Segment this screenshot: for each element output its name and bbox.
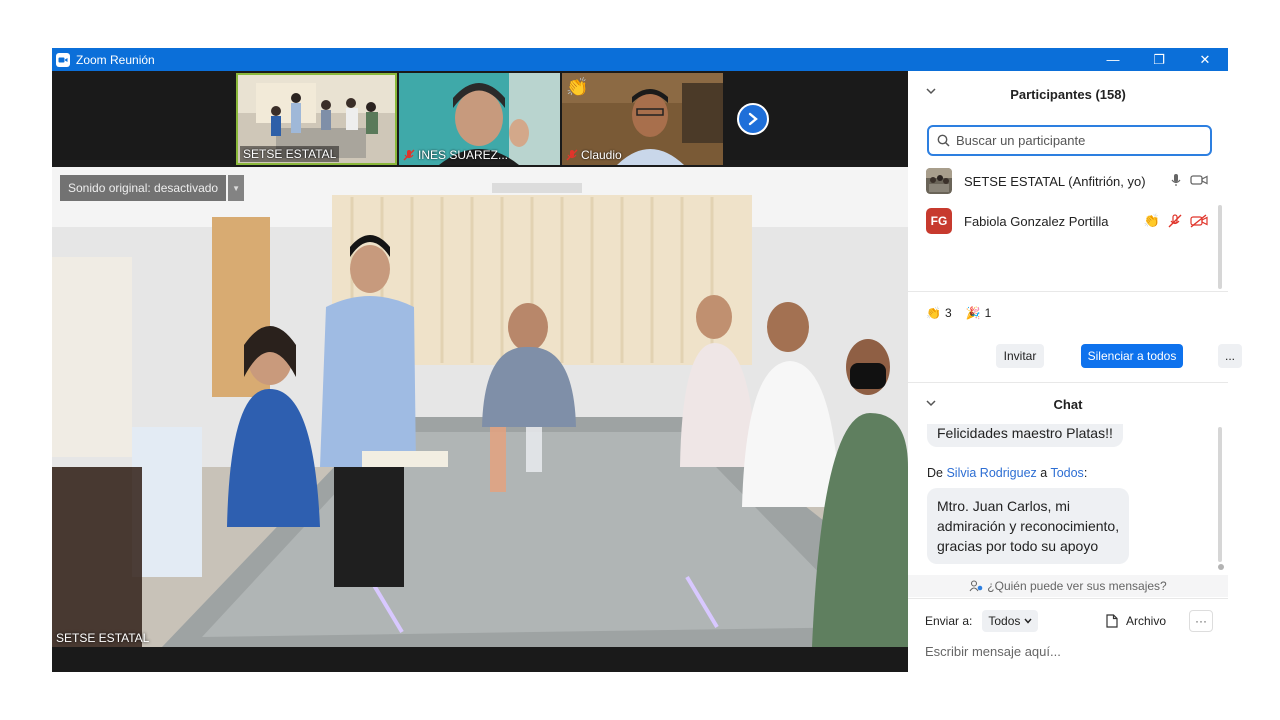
chevron-down-icon[interactable]: ▼ [228, 175, 245, 201]
video-off-icon[interactable] [1190, 214, 1208, 228]
chat-message-line: admiración y reconocimiento, [937, 518, 1120, 534]
chat-sender-line: De Silvia Rodriguez a Todos: [927, 466, 1087, 480]
close-button[interactable]: ✕ [1182, 48, 1228, 71]
participant-row[interactable]: FG Fabiola Gonzalez Portilla 👏 [908, 201, 1220, 241]
original-sound-pill[interactable]: Sonido original: desactivado ▼ [60, 175, 245, 201]
chat-messages: Felicidades maestro Platas!! De Silvia R… [908, 424, 1228, 574]
chat-message: Mtro. Juan Carlos, mi admiración y recon… [927, 488, 1130, 564]
chat-scrollbar[interactable] [1218, 427, 1222, 562]
divider [908, 291, 1228, 292]
send-to: Enviar a: Todos [925, 610, 1039, 632]
participant-row[interactable]: SETSE ESTATAL (Anfitrión, yo) [908, 161, 1220, 201]
video-stage: SETSE ESTATAL INES SUAREZ... 👏 Claudio S… [52, 71, 908, 672]
send-to-label: Enviar a: [925, 614, 973, 628]
recipient-name[interactable]: Todos [1050, 466, 1083, 480]
chat-more-button[interactable]: ··· [1189, 610, 1213, 632]
chat-message-line: gracias por todo su apoyo [937, 538, 1099, 554]
zoom-app-icon [56, 52, 70, 67]
minimize-button[interactable]: — [1090, 48, 1136, 71]
window-title: Zoom Reunión [76, 52, 155, 67]
participant-icons: 👏 [1144, 213, 1208, 229]
next-page-button[interactable] [737, 103, 769, 135]
video-thumbnail[interactable]: INES SUAREZ... [399, 73, 560, 165]
reaction-summary: 👏 3 🎉 1 [926, 306, 991, 320]
who-can-see-bar[interactable]: ¿Quién puede ver sus mensajes? [908, 575, 1228, 597]
participants-title: Participantes (158) [1010, 86, 1126, 102]
video-thumbnail[interactable]: 👏 Claudio [562, 73, 723, 165]
chevron-down-icon[interactable] [926, 399, 936, 407]
participants-scrollbar[interactable] [1218, 205, 1222, 289]
avatar: FG [926, 208, 952, 234]
search-icon [937, 134, 950, 147]
participant-icons [1170, 173, 1208, 187]
party-icon: 🎉 [965, 306, 981, 320]
restore-button[interactable]: ❐ [1136, 48, 1182, 71]
main-video-image [52, 167, 908, 647]
chat-message-text: Felicidades maestro Platas!! [937, 425, 1113, 441]
chevron-down-icon [1024, 618, 1032, 624]
participant-list: SETSE ESTATAL (Anfitrión, yo) FG Fabiola… [908, 161, 1220, 241]
recipient-value[interactable]: Todos [988, 614, 1020, 628]
chevron-right-icon [748, 112, 758, 126]
sender-suffix: : [1083, 466, 1088, 480]
scroll-end-dot [1218, 564, 1224, 570]
reaction-count-value: 1 [984, 306, 992, 320]
to-prefix: a [1036, 466, 1051, 480]
chat-message-line: Mtro. Juan Carlos, mi [937, 498, 1071, 514]
main-video[interactable]: Sonido original: desactivado ▼ SETSE EST… [52, 167, 908, 647]
participant-name: Fabiola Gonzalez Portilla [964, 213, 1109, 229]
file-label[interactable]: Archivo [1126, 614, 1166, 628]
thumbnail-name-text: SETSE ESTATAL [240, 146, 340, 162]
who-can-see-text[interactable]: ¿Quién puede ver sus mensajes? [987, 579, 1166, 593]
thumbnail-name-text: INES SUAREZ... [418, 148, 509, 162]
chat-message: Felicidades maestro Platas!! [927, 424, 1123, 447]
title-bar: Zoom Reunión — ❐ ✕ [52, 48, 1228, 71]
divider [908, 598, 1228, 599]
mic-muted-icon [403, 149, 415, 161]
thumbnail-name: INES SUAREZ... [403, 148, 508, 162]
divider [908, 382, 1228, 383]
recipient-select[interactable]: Todos [982, 610, 1039, 632]
sender-name[interactable]: Silvia Rodriguez [946, 466, 1036, 480]
more-button[interactable]: ... [1218, 344, 1242, 368]
reaction-count-value: 3 [944, 306, 952, 320]
original-sound-label[interactable]: Sonido original: desactivado [60, 175, 227, 201]
person-icon [969, 580, 983, 592]
participant-search[interactable] [927, 125, 1212, 156]
mic-muted-icon[interactable] [1168, 214, 1182, 228]
thumbnail-name: Claudio [566, 148, 622, 162]
clap-icon: 👏 [926, 306, 941, 320]
chat-header: Chat [908, 386, 1228, 422]
from-prefix: De [927, 466, 947, 480]
participant-actions: Invitar Silenciar a todos ... [908, 344, 1242, 370]
chevron-down-icon[interactable] [926, 87, 936, 95]
clap-icon: 👏 [1143, 213, 1160, 228]
mic-muted-icon [566, 149, 578, 161]
file-icon [1106, 614, 1118, 628]
side-panel: Participantes (158) SETSE ESTATAL (Anfit… [908, 71, 1242, 672]
invite-button[interactable]: Invitar [996, 344, 1044, 368]
main-video-name: SETSE ESTATAL [56, 631, 150, 645]
video-icon[interactable] [1190, 174, 1208, 186]
participant-name: SETSE ESTATAL (Anfitrión, yo) [964, 173, 1146, 189]
clap-reaction-icon: 👏 [566, 77, 589, 97]
thumbnail-name-text: Claudio [581, 148, 622, 162]
chat-title: Chat [1053, 396, 1083, 412]
thumbnail-strip: SETSE ESTATAL INES SUAREZ... 👏 Claudio [236, 73, 723, 165]
mic-icon[interactable] [1170, 173, 1182, 187]
avatar [926, 168, 952, 194]
message-input[interactable] [925, 640, 1215, 662]
reaction-count: 🎉 1 [966, 306, 992, 320]
file-button[interactable]: Archivo [1106, 610, 1166, 632]
mute-all-button[interactable]: Silenciar a todos [1081, 344, 1183, 368]
participants-header: Participantes (158) [908, 71, 1228, 117]
thumbnail-name: SETSE ESTATAL [240, 146, 340, 162]
search-input[interactable] [956, 133, 1196, 148]
video-thumbnail[interactable]: SETSE ESTATAL [236, 73, 397, 165]
reaction-count: 👏 3 [926, 306, 952, 320]
zoom-window: Zoom Reunión — ❐ ✕ SETSE ESTATAL INES SU… [52, 48, 1242, 672]
